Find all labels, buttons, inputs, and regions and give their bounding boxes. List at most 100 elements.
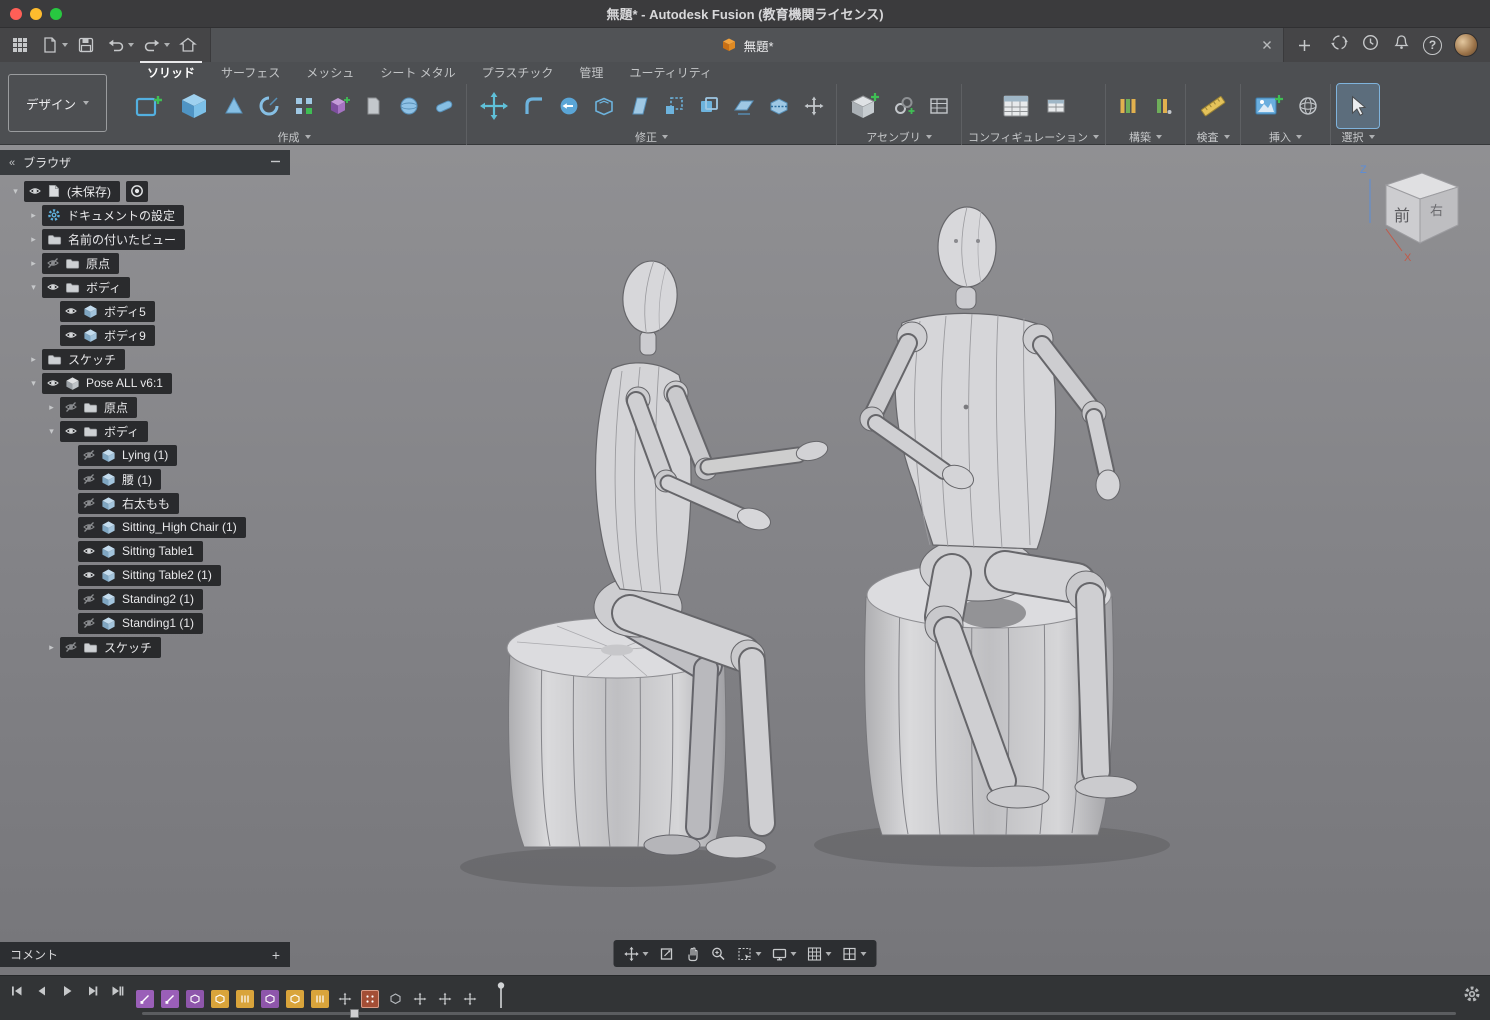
visibility-on-icon[interactable]	[47, 377, 59, 389]
loft-icon[interactable]	[218, 88, 250, 124]
sphere-icon[interactable]	[393, 88, 425, 124]
visibility-off-icon[interactable]	[65, 401, 77, 413]
tab-manage[interactable]: 管理	[566, 62, 616, 84]
document-tab[interactable]: 無題*	[211, 28, 1283, 62]
draft-icon[interactable]	[623, 88, 655, 124]
visibility-off-icon[interactable]	[83, 473, 95, 485]
visibility-off-icon[interactable]	[47, 257, 59, 269]
visibility-off-icon[interactable]	[83, 521, 95, 533]
minimize-browser-icon[interactable]	[270, 156, 281, 170]
browser-row-right-thigh[interactable]: 右太もも	[0, 491, 290, 515]
save-button[interactable]	[74, 32, 98, 58]
play-button[interactable]	[58, 982, 76, 1000]
sketch-feature-icon[interactable]	[161, 990, 179, 1008]
skip-to-end-button[interactable]	[108, 982, 126, 1000]
browser-row-sitting-high-chair[interactable]: Sitting_High Chair (1)	[0, 515, 290, 539]
zoom-tool[interactable]	[711, 946, 727, 962]
pipe-icon[interactable]	[428, 88, 460, 124]
collapse-panel-icon[interactable]	[9, 157, 14, 169]
timeline-track[interactable]	[142, 1012, 1456, 1015]
browser-row-pose-origin[interactable]: 原点	[0, 395, 290, 419]
ribbon-group-select-label[interactable]: 選択	[1342, 128, 1375, 145]
browser-row-standing2[interactable]: Standing2 (1)	[0, 587, 290, 611]
step-back-button[interactable]	[33, 982, 51, 1000]
redo-caret-icon[interactable]	[164, 43, 170, 47]
move-feature-icon[interactable]	[336, 990, 354, 1008]
new-component-icon[interactable]	[843, 84, 885, 128]
browser-row-body5[interactable]: ボディ5	[0, 299, 290, 323]
ribbon-group-construct-label[interactable]: 構築	[1129, 128, 1162, 145]
fit-tool[interactable]	[659, 946, 675, 962]
move-feature-icon[interactable]	[461, 990, 479, 1008]
ribbon-group-assemble-label[interactable]: アセンブリ	[866, 128, 931, 145]
sketch-feature-icon[interactable]	[136, 990, 154, 1008]
new-tab-button[interactable]	[1290, 31, 1318, 59]
visibility-on-icon[interactable]	[65, 305, 77, 317]
tab-solid[interactable]: ソリッド	[134, 62, 208, 84]
insert-mesh-icon[interactable]	[1292, 88, 1324, 124]
viewcube[interactable]: Z 前 右 X	[1356, 159, 1478, 271]
select-cursor-icon[interactable]	[1337, 84, 1379, 128]
file-menu-caret-icon[interactable]	[62, 43, 68, 47]
tab-close-icon[interactable]	[1259, 37, 1275, 53]
browser-row-named-views[interactable]: 名前の付いたビュー	[0, 227, 290, 251]
visibility-on-icon[interactable]	[29, 185, 41, 197]
visibility-on-icon[interactable]	[47, 281, 59, 293]
expander-closed-icon[interactable]	[43, 642, 60, 653]
browser-row-document[interactable]: (未保存)	[0, 179, 290, 203]
tab-surface[interactable]: サーフェス	[208, 62, 293, 84]
timeline-scrubber-handle[interactable]	[350, 1009, 359, 1018]
minimize-window-button[interactable]	[30, 8, 42, 20]
ribbon-group-inspect-label[interactable]: 検査	[1197, 128, 1230, 145]
ribbon-group-insert-label[interactable]: 挿入	[1269, 128, 1302, 145]
bom-table-icon[interactable]	[923, 88, 955, 124]
timeline-settings-gear-icon[interactable]	[1463, 985, 1481, 1008]
expander-closed-icon[interactable]	[25, 234, 42, 245]
selected-feature-icon[interactable]	[361, 990, 379, 1008]
redo-button[interactable]	[140, 32, 164, 58]
offset-face-icon[interactable]	[553, 88, 585, 124]
browser-row-waist[interactable]: 腰 (1)	[0, 467, 290, 491]
home-icon[interactable]	[176, 32, 200, 58]
derive-icon[interactable]	[358, 88, 390, 124]
expander-closed-icon[interactable]	[43, 402, 60, 413]
tab-plastic[interactable]: プラスチック	[469, 62, 567, 84]
move-feature-icon[interactable]	[411, 990, 429, 1008]
browser-row-pose-bodies[interactable]: ボディ	[0, 419, 290, 443]
add-comment-icon[interactable]	[272, 947, 280, 963]
display-settings-tool[interactable]	[772, 946, 797, 962]
revolve-icon[interactable]	[253, 88, 285, 124]
hand-pan-tool[interactable]	[685, 946, 701, 962]
browser-row-origin[interactable]: 原点	[0, 251, 290, 275]
expander-open-icon[interactable]	[7, 186, 24, 197]
pan-tool[interactable]	[624, 946, 649, 962]
insert-canvas-icon[interactable]	[1247, 84, 1289, 128]
visibility-off-icon[interactable]	[83, 497, 95, 509]
timeline-position-marker[interactable]	[494, 981, 508, 1016]
tab-mesh[interactable]: メッシュ	[293, 62, 367, 84]
ribbon-group-configuration-label[interactable]: コンフィギュレーション	[968, 128, 1099, 145]
display-caret-icon[interactable]	[791, 952, 797, 956]
construction-plane-icon[interactable]	[1112, 88, 1144, 124]
box-icon[interactable]	[173, 84, 215, 128]
ribbon-group-create-label[interactable]: 作成	[278, 128, 311, 145]
visibility-on-icon[interactable]	[65, 329, 77, 341]
data-panel-toggle-icon[interactable]	[8, 32, 32, 58]
window-select-tool[interactable]	[737, 946, 762, 962]
step-forward-button[interactable]	[83, 982, 101, 1000]
visibility-on-icon[interactable]	[83, 545, 95, 557]
visibility-off-icon[interactable]	[65, 641, 77, 653]
file-menu-icon[interactable]	[38, 32, 62, 58]
viewports-tool[interactable]	[842, 946, 867, 962]
browser-row-pose-sketches[interactable]: スケッチ	[0, 635, 290, 659]
notifications-bell-icon[interactable]	[1392, 33, 1411, 57]
help-icon[interactable]: ?	[1423, 36, 1442, 55]
extrude-feature-icon[interactable]	[311, 990, 329, 1008]
visibility-on-icon[interactable]	[83, 569, 95, 581]
extrude-lines-feature-icon[interactable]	[236, 990, 254, 1008]
offset-plane-icon[interactable]	[728, 88, 760, 124]
browser-row-sitting-table1[interactable]: Sitting Table1	[0, 539, 290, 563]
measure-icon[interactable]	[1192, 84, 1234, 128]
browser-row-sitting-table2[interactable]: Sitting Table2 (1)	[0, 563, 290, 587]
close-window-button[interactable]	[10, 8, 22, 20]
